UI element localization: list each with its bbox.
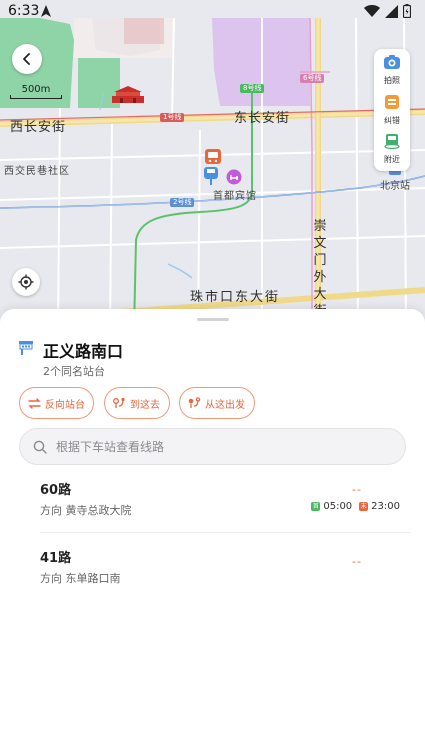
map-label-street-east: 东长安街 (234, 111, 291, 126)
chevron-left-icon (23, 53, 30, 65)
sheet-grabber[interactable] (197, 318, 229, 321)
route-search-input[interactable]: 根据下车站查看线路 (19, 428, 406, 465)
map-label-station: 北京站 (380, 181, 410, 192)
stop-detail-sheet: 正义路南口 2个同名站台 反向站台 到这去 从这出发 根据下车站查看线路 60路… (0, 309, 425, 756)
stop-title: 正义路南口 (43, 342, 124, 361)
route-item-41[interactable]: 41路 方向 东单路口南 -- (0, 547, 425, 613)
navigation-arrow-icon (41, 5, 51, 17)
tool-nearby-label: 附近 (384, 155, 400, 164)
search-icon (33, 440, 47, 454)
route-item-60[interactable]: 60路 方向 黄寺总政大院 -- 首 05:00 末 23:00 (0, 479, 425, 545)
tool-camera-button[interactable]: 拍照 (374, 54, 410, 92)
route-direction: 方向 黄寺总政大院 (40, 504, 132, 517)
hotel-poi-icon[interactable] (226, 169, 242, 185)
line-tag-6: 6号线 (300, 74, 325, 83)
map-scale-label: 500m (21, 84, 51, 95)
map-label-street-west: 西长安街 (10, 120, 67, 135)
depart-from-here-label: 从这出发 (205, 399, 245, 411)
route-name: 41路 (40, 551, 72, 566)
last-bus-time: 23:00 (371, 501, 400, 512)
tiananmen-icon (112, 86, 144, 103)
camera-icon (384, 55, 400, 69)
route-from-icon (188, 397, 201, 408)
map-view[interactable]: 西长安街 东长安街 西交民巷社区 首都宾馆 北京站 珠市口东大街 崇文门外大街 … (0, 0, 425, 330)
search-placeholder: 根据下车站查看线路 (56, 440, 165, 454)
last-bus-badge: 末 (359, 502, 369, 511)
route-divider (40, 532, 410, 533)
go-here-label: 到这去 (130, 399, 160, 411)
map-label-poi-hotel: 首都宾馆 (213, 191, 257, 202)
signal-icon (385, 4, 398, 18)
tool-nearby-button[interactable]: 附近 (374, 133, 410, 171)
map-label-street-vertical: 崇文门外大街 (313, 219, 327, 319)
tool-correction-button[interactable]: 纠错 (374, 94, 410, 132)
route-eta: -- (352, 555, 362, 568)
stop-subtitle[interactable]: 2个同名站台 (43, 363, 105, 379)
route-name: 60路 (40, 483, 72, 498)
map-tools-panel: 拍照 纠错 附近 (374, 49, 410, 171)
map-label-street-south: 珠市口东大街 (190, 290, 281, 305)
status-bar: 6:33 (0, 0, 425, 24)
bus-stop-marker-icon[interactable] (202, 148, 224, 186)
status-icons (364, 4, 411, 18)
status-time: 6:33 (8, 3, 40, 19)
line-tag-8: 8号线 (240, 84, 265, 93)
reverse-platform-button[interactable]: 反向站台 (19, 387, 94, 419)
route-service-hours: 首 05:00 末 23:00 (311, 501, 400, 512)
route-direction: 方向 东单路口南 (40, 572, 121, 585)
back-button[interactable] (12, 44, 42, 74)
wifi-icon (364, 5, 380, 17)
correction-icon (385, 95, 399, 109)
first-bus-badge: 首 (311, 502, 321, 511)
map-scale-bar (10, 95, 62, 99)
map-label-community: 西交民巷社区 (4, 166, 70, 177)
route-to-icon (113, 397, 125, 408)
battery-icon (403, 4, 411, 18)
tool-camera-label: 拍照 (384, 76, 400, 85)
bus-stop-sign-icon (19, 341, 33, 355)
depart-from-here-button[interactable]: 从这出发 (179, 387, 255, 419)
tool-correction-label: 纠错 (384, 116, 400, 125)
line-tag-1: 1号线 (160, 113, 185, 122)
nearby-bus-icon (384, 134, 400, 150)
locate-icon (18, 274, 34, 290)
go-here-button[interactable]: 到这去 (104, 387, 170, 419)
first-bus-time: 05:00 (323, 501, 353, 512)
reverse-platform-label: 反向站台 (45, 399, 85, 411)
line-tag-2: 2号线 (170, 198, 195, 207)
swap-icon (28, 397, 41, 409)
map-scale: 500m (10, 84, 62, 99)
route-eta: -- (352, 483, 362, 496)
locate-button[interactable] (12, 268, 40, 296)
